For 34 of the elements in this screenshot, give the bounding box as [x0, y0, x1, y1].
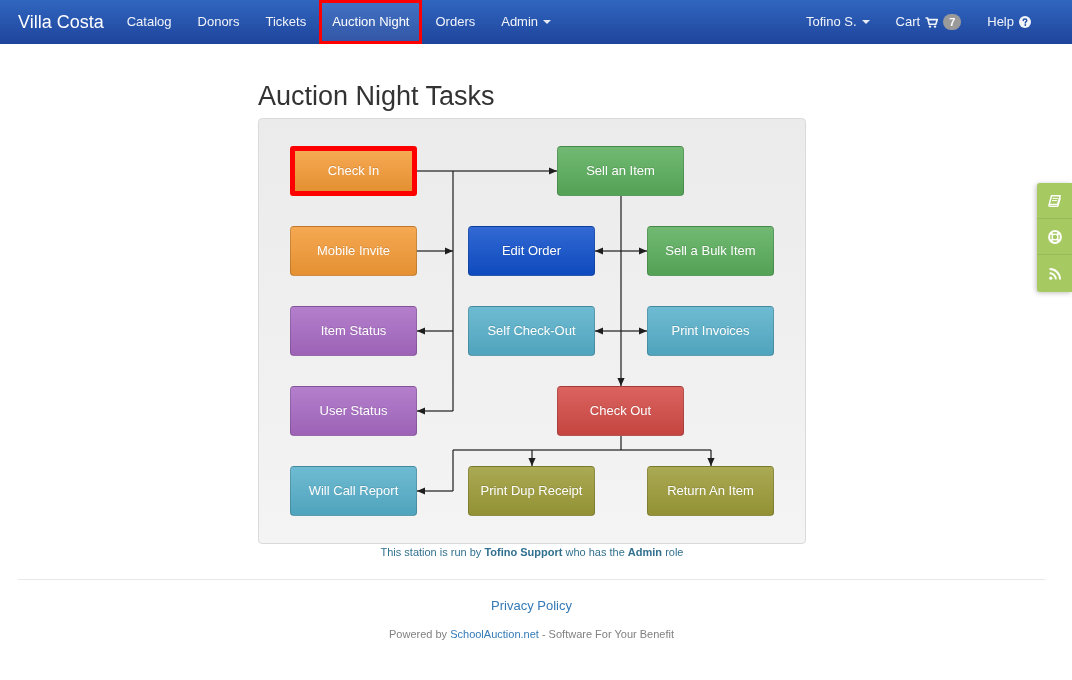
task-button[interactable]: Print Invoices — [647, 306, 774, 356]
station-note: This station is run by Tofino Support who has the Admin role — [379, 545, 685, 560]
task-button[interactable]: Edit Order — [468, 226, 595, 276]
nav-link[interactable]: Catalog — [113, 0, 185, 44]
count-badge: 7 — [943, 14, 962, 30]
rss-icon — [1048, 267, 1061, 280]
privacy-link[interactable]: Privacy Policy — [491, 597, 572, 615]
nav-link[interactable]: Admin — [488, 0, 565, 44]
nav-link[interactable]: Orders — [422, 0, 489, 44]
nav-link[interactable]: Tickets — [252, 0, 320, 44]
nav-link[interactable]: Donors — [184, 0, 253, 44]
task-button[interactable]: Item Status — [290, 306, 417, 356]
book-icon — [1048, 194, 1061, 207]
cart-icon — [925, 16, 939, 28]
powered-by-text: Powered by SchoolAuction.net - Software For Your Benefit — [388, 626, 675, 642]
nav-link[interactable]: Auction Night — [319, 0, 423, 44]
task-button[interactable]: Self Check-Out — [468, 306, 595, 356]
task-button[interactable]: Print Dup Receipt — [468, 466, 595, 516]
page-title: Auction Night Tasks — [258, 81, 496, 111]
caret-icon — [861, 20, 870, 24]
lifebuoy-icon — [1047, 229, 1062, 244]
task-button[interactable]: Return An Item — [647, 466, 774, 516]
help-icon — [1019, 16, 1031, 28]
task-button[interactable]: User Status — [290, 386, 417, 436]
caret-icon — [543, 20, 552, 24]
help-link[interactable]: Help — [974, 0, 1044, 44]
brand-link[interactable]: Villa Costa — [18, 8, 104, 36]
task-button[interactable]: Will Call Report — [290, 466, 417, 516]
cart-link[interactable]: Cart 7 — [882, 0, 975, 44]
task-button[interactable]: Sell a Bulk Item — [647, 226, 774, 276]
task-button[interactable]: Check Out — [557, 386, 684, 436]
site-link[interactable]: SchoolAuction.net — [450, 627, 539, 640]
user-menu[interactable]: Tofino S. — [792, 0, 883, 44]
task-button[interactable]: Sell an Item — [557, 146, 684, 196]
